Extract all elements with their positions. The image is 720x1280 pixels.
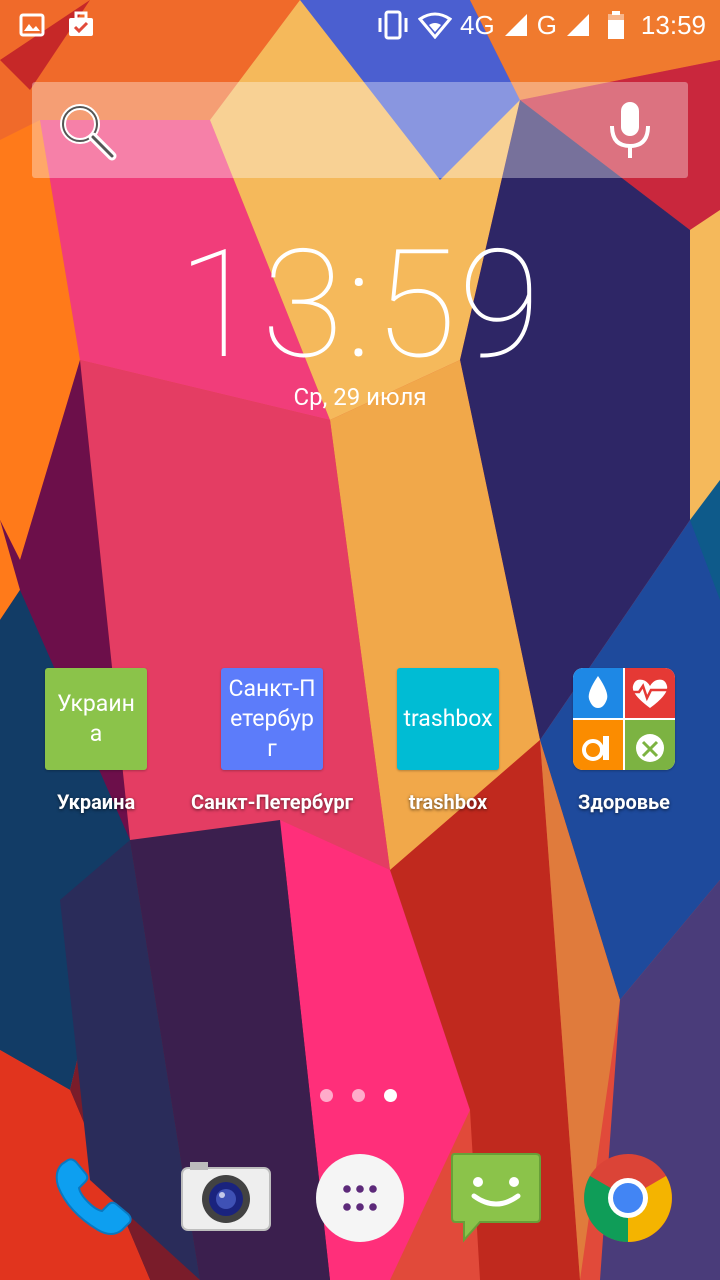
camera-icon: [178, 1162, 274, 1250]
clock-widget-date: Ср, 29 июля: [293, 383, 427, 411]
page-dot: [320, 1089, 333, 1102]
app-shortcut-ukraine[interactable]: Украина Украина: [11, 668, 181, 814]
image-icon: [18, 10, 46, 40]
page-indicator: [320, 1089, 397, 1102]
app-label: Украина: [56, 790, 136, 814]
signal-icon: [503, 12, 529, 38]
app-tile-trashbox: trashbox: [397, 668, 499, 770]
phone-icon: [44, 1158, 140, 1250]
app-drawer-icon: [312, 1154, 408, 1250]
app-label: Здоровье: [578, 790, 670, 814]
app-shortcut-saint-petersburg[interactable]: Санкт-Петербург Санкт-Петербург: [187, 668, 357, 814]
battery-icon: [607, 10, 625, 40]
dock-chrome[interactable]: [580, 1150, 676, 1246]
dock-app-drawer[interactable]: [312, 1150, 408, 1246]
page-dot-active: [384, 1089, 397, 1102]
network-type-label-2: G: [536, 9, 557, 40]
search-bar[interactable]: [32, 82, 688, 178]
wifi-icon: [418, 11, 452, 39]
dock-phone[interactable]: [44, 1150, 140, 1246]
microphone-icon[interactable]: [602, 98, 658, 162]
chrome-icon: [580, 1154, 676, 1250]
app-tile-ukraine: Украина: [45, 668, 147, 770]
page-dot: [352, 1089, 365, 1102]
app-shortcut-health[interactable]: Здоровье: [539, 668, 709, 814]
vibrate-icon: [376, 10, 410, 40]
signal-icon-2: [565, 12, 591, 38]
messaging-icon: [448, 1153, 544, 1250]
app-label: Санкт-Петербург: [191, 790, 353, 814]
app-tile-saint-petersburg: Санкт-Петербург: [221, 668, 323, 770]
app-label: trashbox: [408, 790, 488, 814]
dock-camera[interactable]: [178, 1150, 274, 1246]
app-shortcut-trashbox[interactable]: trashbox trashbox: [363, 668, 533, 814]
dock-messaging[interactable]: [448, 1150, 544, 1246]
network-type-label: 4G: [460, 9, 495, 40]
search-icon[interactable]: [52, 96, 122, 166]
briefcase-check-icon: [66, 10, 96, 40]
wallpaper-background: [0, 0, 720, 1280]
health-app-icon: [573, 668, 675, 770]
status-bar: 4G G 13:59: [0, 0, 720, 50]
clock-widget-time[interactable]: 13:59: [0, 220, 720, 390]
status-time: 13:59: [640, 9, 706, 40]
